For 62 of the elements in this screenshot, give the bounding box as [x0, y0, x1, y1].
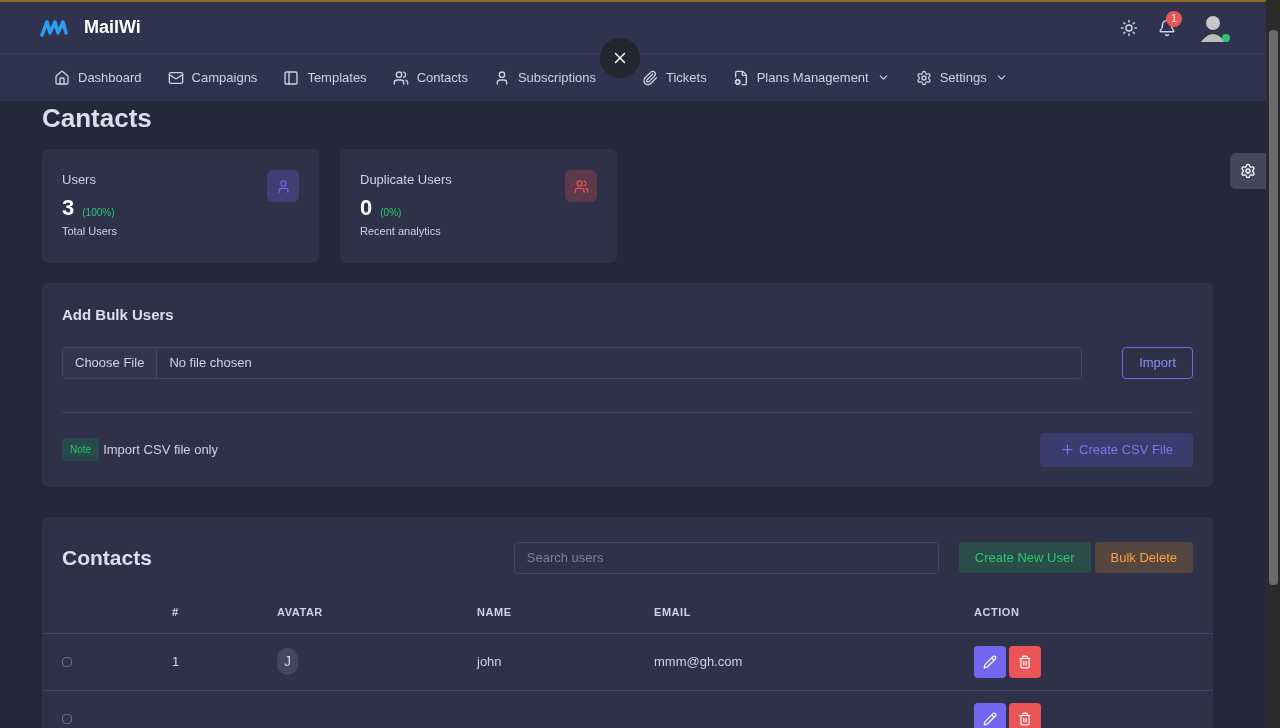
scrollbar[interactable]: [1266, 0, 1280, 728]
file-input[interactable]: Choose File No file chosen: [62, 346, 1083, 379]
paperclip-icon: [642, 69, 658, 86]
nav-item[interactable]: Dashboard: [54, 67, 142, 88]
avatar-icon[interactable]: [1200, 13, 1226, 42]
stat-value: 3: [62, 195, 75, 220]
stat-percent: (100%): [82, 205, 115, 220]
pencil-icon: [983, 711, 997, 726]
nav-item[interactable]: Campaigns: [167, 67, 258, 88]
trash-icon: [1018, 654, 1032, 669]
column-header: AVATAR: [277, 604, 324, 620]
stat-caption: Total Users: [62, 223, 118, 239]
layout-icon: [283, 69, 300, 86]
users-icon: [392, 69, 409, 86]
logo-icon: [40, 18, 68, 37]
row-checkbox[interactable]: [62, 713, 72, 724]
column-header: ACTION: [974, 604, 1021, 620]
table-cell: john: [477, 653, 502, 669]
nav-item[interactable]: Settings: [915, 67, 1008, 88]
table-cell: 1: [172, 653, 180, 669]
edit-button[interactable]: [974, 702, 1006, 728]
avatar-initial: J: [277, 648, 298, 675]
nav-item[interactable]: Contacts: [392, 67, 468, 88]
table-cell: mmm@gh.com: [654, 653, 743, 669]
column-header: NAME: [477, 604, 513, 620]
notification-badge: 1: [1166, 10, 1182, 27]
import-button[interactable]: Import: [1122, 346, 1193, 379]
settings-icon: [915, 69, 932, 86]
note-badge: Note: [62, 438, 100, 461]
column-header: #: [172, 604, 180, 620]
nav-item[interactable]: Templates: [283, 67, 367, 88]
stat-label: Duplicate Users: [360, 171, 452, 189]
delete-button[interactable]: [1009, 645, 1041, 678]
nav-item[interactable]: Plans Management: [732, 67, 890, 88]
trash-icon: [1018, 711, 1032, 726]
column-header: EMAIL: [654, 604, 692, 620]
bulk-delete-button[interactable]: Bulk Delete: [1094, 542, 1193, 573]
page-title: Cantacts: [42, 103, 153, 133]
stat-percent: (0%): [380, 205, 402, 220]
stat-value: 0: [360, 195, 373, 220]
theme-icon[interactable]: [1120, 18, 1138, 37]
note-text: Import CSV file only: [103, 440, 218, 459]
create-user-button[interactable]: Create New User: [958, 542, 1091, 573]
bulk-title: Add Bulk Users: [62, 305, 175, 325]
stat-label: Users: [62, 171, 97, 189]
brand-name: MailWi: [84, 16, 141, 39]
close-button[interactable]: [600, 38, 640, 78]
nav-item[interactable]: Subscriptions: [493, 67, 596, 88]
settings-icon: [1240, 163, 1256, 179]
file-icon: [732, 69, 749, 86]
settings-button[interactable]: [1230, 153, 1266, 189]
edit-button[interactable]: [974, 645, 1006, 678]
nav-item[interactable]: Tickets: [642, 67, 707, 88]
plus-icon: [1060, 442, 1076, 457]
pencil-icon: [983, 654, 997, 669]
search-field[interactable]: Search users: [513, 541, 939, 574]
row-checkbox[interactable]: [62, 656, 72, 667]
mail-icon: [167, 69, 184, 86]
stat-caption: Recent analytics: [360, 223, 442, 239]
home-icon: [54, 69, 70, 86]
delete-button[interactable]: [1009, 702, 1041, 728]
contacts-title: Contacts: [62, 544, 152, 571]
